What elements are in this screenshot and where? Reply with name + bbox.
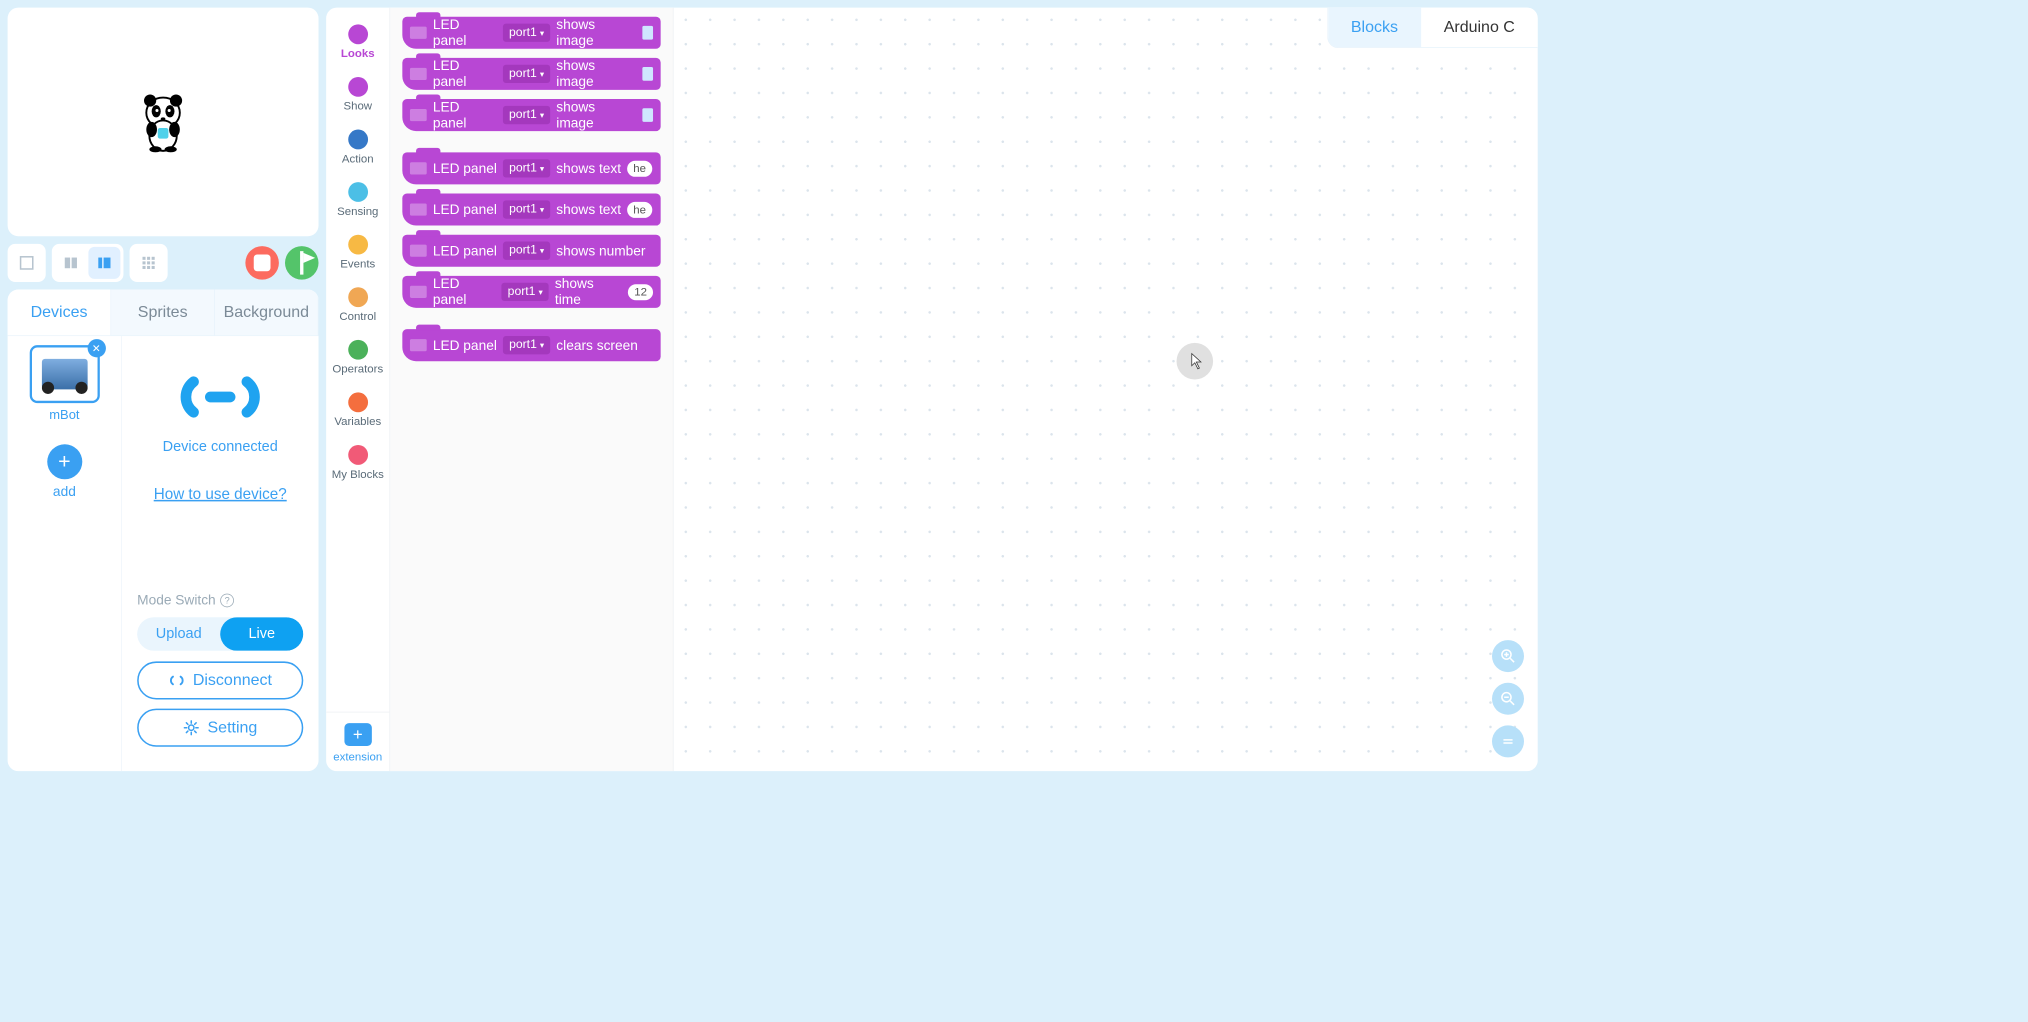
add-device-button[interactable]: + (47, 444, 82, 479)
setting-button[interactable]: Setting (137, 709, 303, 747)
zoom-in-button[interactable] (1492, 640, 1524, 672)
block-clears-screen[interactable]: LED panelport1clears screen (402, 329, 660, 361)
block-input[interactable]: 12 (628, 284, 653, 300)
led-panel-icon (410, 68, 427, 80)
led-panel-icon (410, 203, 427, 215)
category-control[interactable]: Control (326, 283, 389, 331)
left-panel-tabs: Devices Sprites Background (8, 290, 319, 336)
extension-label: extension (333, 751, 382, 764)
layout-split-button[interactable] (55, 247, 87, 279)
mode-live[interactable]: Live (220, 617, 303, 651)
sprite-panda (136, 91, 189, 152)
workspace-canvas[interactable]: Blocks Arduino C (674, 8, 1538, 772)
grid-group (130, 244, 168, 282)
layout-side-button[interactable] (88, 247, 120, 279)
cursor-indicator (1177, 343, 1214, 380)
tab-blocks[interactable]: Blocks (1328, 8, 1421, 48)
device-item-mbot[interactable]: ✕ mBot (29, 345, 99, 423)
mode-switch[interactable]: Upload Live (137, 617, 303, 651)
led-panel-icon (410, 27, 427, 39)
block-shows-image[interactable]: LED panelport1shows image (402, 17, 660, 49)
add-device-label: add (53, 484, 76, 500)
block-shows-image[interactable]: LED panelport1shows image (402, 58, 660, 90)
port-dropdown[interactable]: port1 (503, 242, 550, 260)
block-palette: LED panelport1shows image LED panelport1s… (390, 8, 673, 772)
tab-sprites[interactable]: Sprites (111, 290, 215, 336)
disconnect-button[interactable]: Disconnect (137, 661, 303, 699)
tab-devices[interactable]: Devices (8, 290, 112, 336)
extension-button[interactable]: + (344, 723, 371, 746)
block-shows-time[interactable]: LED panelport1shows time12 (402, 276, 660, 308)
layout-group (52, 244, 124, 282)
grid-button[interactable] (133, 247, 165, 279)
device-status: Device connected (163, 439, 278, 456)
port-dropdown[interactable]: port1 (503, 24, 550, 42)
category-operators[interactable]: Operators (326, 335, 389, 383)
block-shows-text[interactable]: LED panelport1shows texthe (402, 152, 660, 184)
category-events[interactable]: Events (326, 230, 389, 278)
port-dropdown[interactable]: port1 (503, 336, 550, 354)
led-panel-icon (410, 109, 427, 121)
stage-preview (8, 8, 319, 237)
mode-switch-label: Mode Switch? (137, 592, 303, 608)
block-shows-text[interactable]: LED panelport1shows texthe (402, 194, 660, 226)
fullscreen-button[interactable] (11, 247, 43, 279)
category-variables[interactable]: Variables (326, 388, 389, 436)
stage-size-group (8, 244, 46, 282)
port-dropdown[interactable]: port1 (502, 283, 549, 301)
device-remove-button[interactable]: ✕ (87, 339, 105, 357)
howto-link[interactable]: How to use device? (154, 486, 287, 504)
tab-background[interactable]: Background (215, 290, 319, 336)
go-button[interactable] (285, 246, 319, 280)
port-dropdown[interactable]: port1 (503, 159, 550, 177)
port-dropdown[interactable]: port1 (503, 106, 550, 124)
connection-icon (163, 367, 277, 432)
block-shows-number[interactable]: LED panelport1shows number (402, 235, 660, 267)
stop-button[interactable] (245, 246, 279, 280)
block-categories: LooksShow Action SensingEvents ControlOpera… (326, 8, 390, 772)
help-icon[interactable]: ? (220, 593, 234, 607)
code-view-tabs: Blocks Arduino C (1327, 8, 1538, 48)
zoom-out-button[interactable] (1492, 683, 1524, 715)
block-shows-image[interactable]: LED panelport1shows image (402, 99, 660, 131)
led-panel-icon (410, 339, 427, 351)
category-looks[interactable]: Looks (326, 20, 389, 68)
led-panel-icon (410, 162, 427, 174)
category-my-blocks[interactable]: My Blocks (326, 440, 389, 488)
category-show[interactable]: Show (326, 72, 389, 120)
tab-arduino[interactable]: Arduino C (1421, 8, 1538, 48)
led-panel-icon (410, 245, 427, 257)
block-input[interactable]: he (627, 202, 652, 218)
port-dropdown[interactable]: port1 (503, 65, 550, 83)
led-panel-icon (410, 286, 427, 298)
block-input[interactable]: he (627, 160, 652, 176)
category-action[interactable]: Action (326, 125, 389, 173)
zoom-reset-button[interactable] (1492, 725, 1524, 757)
mode-upload[interactable]: Upload (137, 617, 220, 651)
port-dropdown[interactable]: port1 (503, 200, 550, 218)
device-label: mBot (29, 408, 99, 423)
category-sensing[interactable]: Sensing (326, 178, 389, 226)
